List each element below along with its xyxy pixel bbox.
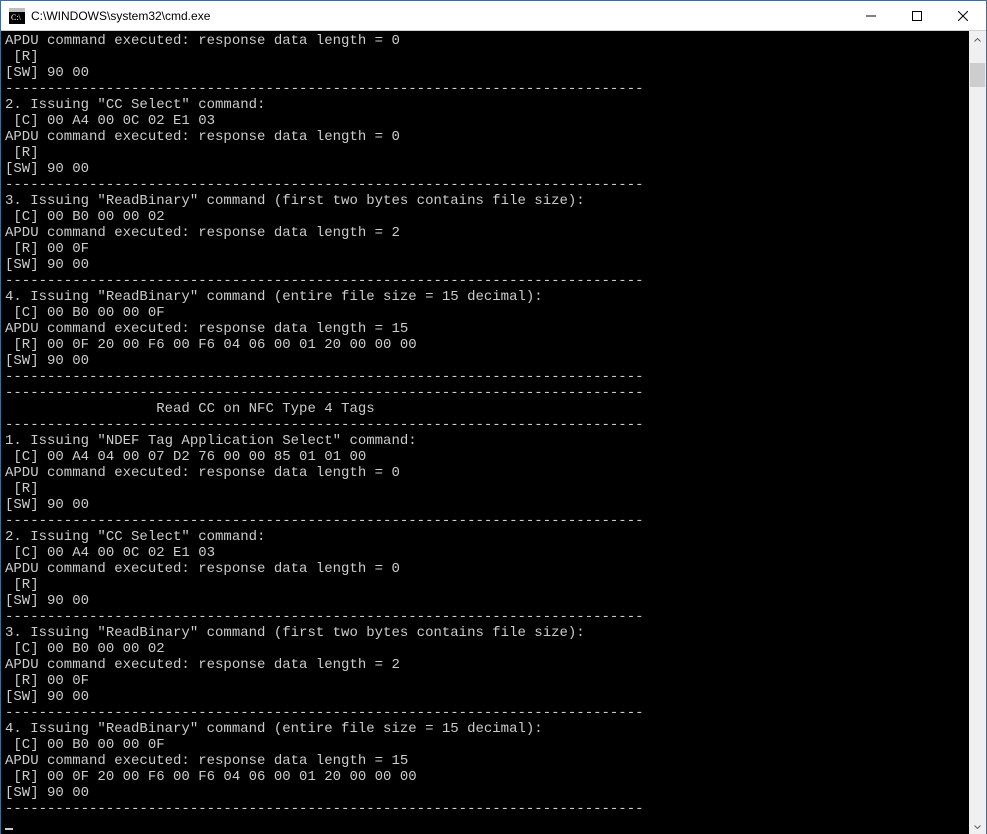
console-area: APDU command executed: response data len… — [1, 31, 986, 834]
scroll-thumb[interactable] — [970, 63, 985, 87]
maximize-button[interactable] — [894, 1, 940, 31]
console-output[interactable]: APDU command executed: response data len… — [1, 31, 969, 834]
scroll-up-button[interactable] — [969, 31, 986, 48]
scroll-track[interactable] — [969, 48, 986, 818]
cmd-icon: C:\ — [9, 8, 25, 24]
minimize-icon — [866, 11, 876, 21]
svg-text:C:\: C:\ — [11, 13, 22, 22]
chevron-up-icon — [974, 38, 981, 42]
maximize-icon — [912, 11, 922, 21]
chevron-down-icon — [974, 825, 981, 829]
cmd-window: C:\ C:\WINDOWS\system32\cmd.exe APDU com… — [0, 0, 987, 834]
text-caret — [5, 828, 13, 830]
close-icon — [958, 11, 968, 21]
close-button[interactable] — [940, 1, 986, 31]
vertical-scrollbar[interactable] — [969, 31, 986, 834]
minimize-button[interactable] — [848, 1, 894, 31]
titlebar[interactable]: C:\ C:\WINDOWS\system32\cmd.exe — [1, 1, 986, 31]
window-title: C:\WINDOWS\system32\cmd.exe — [31, 9, 210, 23]
scroll-down-button[interactable] — [969, 818, 986, 834]
